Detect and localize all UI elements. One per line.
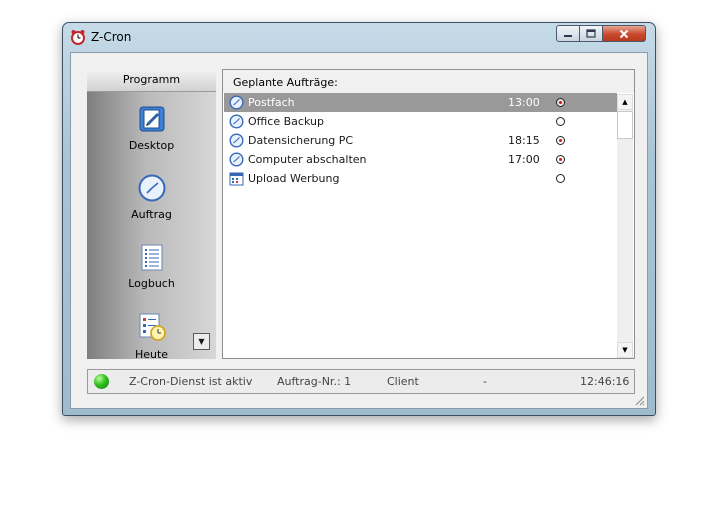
job-name: Office Backup xyxy=(248,115,324,128)
clock-icon xyxy=(229,95,244,110)
resize-grip-icon[interactable] xyxy=(633,394,645,406)
jobs-panel: Geplante Aufträge: Postfach 13:00 Office B… xyxy=(222,69,635,359)
close-icon xyxy=(619,29,629,38)
scroll-up-button[interactable]: ▲ xyxy=(617,94,633,110)
clock-icon xyxy=(229,133,244,148)
title-bar[interactable]: Z-Cron xyxy=(63,23,655,47)
calendar-icon xyxy=(229,172,244,186)
arrow-up-icon: ▲ xyxy=(622,98,628,106)
arrow-down-icon: ▼ xyxy=(622,346,628,354)
clock-icon xyxy=(229,152,244,167)
sidebar-item-auftrag[interactable]: Auftrag xyxy=(87,174,216,221)
scroll-down-button[interactable]: ▼ xyxy=(617,342,633,358)
sidebar-item-desktop[interactable]: Desktop xyxy=(87,105,216,152)
maximize-button[interactable] xyxy=(579,25,603,42)
arrow-down-icon: ▼ xyxy=(198,337,205,346)
alarm-clock-icon xyxy=(71,30,85,45)
job-list-scrollbar[interactable]: ▲ ▼ xyxy=(617,94,633,358)
minimize-button[interactable] xyxy=(556,25,580,42)
job-name: Datensicherung PC xyxy=(248,134,354,147)
sidebar: Programm Desktop Auftrag Logbuch Heute ▼ xyxy=(87,69,216,361)
job-name: Computer abschalten xyxy=(248,153,367,166)
job-time: 13:00 xyxy=(508,96,540,109)
job-row[interactable]: Office Backup xyxy=(224,112,617,131)
clock-icon xyxy=(138,174,165,202)
job-active-radio[interactable] xyxy=(556,117,565,126)
sidebar-item-label: Desktop xyxy=(128,139,175,152)
clock-icon xyxy=(229,114,244,129)
scroll-thumb[interactable] xyxy=(617,111,633,139)
sidebar-scroll-down-button[interactable]: ▼ xyxy=(193,333,210,350)
minimize-icon xyxy=(564,34,572,37)
job-name: Upload Werbung xyxy=(248,172,340,185)
job-active-radio[interactable] xyxy=(556,98,565,107)
main-window: Z-Cron Programm Desktop Auftrag Logbuch … xyxy=(62,22,656,416)
job-row[interactable]: Datensicherung PC 18:15 xyxy=(224,131,617,150)
status-separator: - xyxy=(483,375,487,388)
jobs-header-label: Geplante Aufträge: xyxy=(233,76,338,89)
sidebar-item-logbuch[interactable]: Logbuch xyxy=(87,243,216,290)
sidebar-item-label: Logbuch xyxy=(128,277,175,290)
sidebar-item-label: Auftrag xyxy=(131,208,172,221)
window-title: Z-Cron xyxy=(91,30,132,44)
job-active-radio[interactable] xyxy=(556,155,565,164)
service-status: Z-Cron-Dienst ist aktiv xyxy=(129,375,253,388)
maximize-icon xyxy=(586,29,596,38)
close-button[interactable] xyxy=(602,25,646,42)
client-area: Programm Desktop Auftrag Logbuch Heute ▼… xyxy=(70,52,648,409)
desktop-icon xyxy=(139,106,164,132)
job-row[interactable]: Computer abschalten 17:00 xyxy=(224,150,617,169)
job-active-radio[interactable] xyxy=(556,174,565,183)
job-time: 17:00 xyxy=(508,153,540,166)
sidebar-header: Programm xyxy=(87,69,216,92)
job-active-radio[interactable] xyxy=(556,136,565,145)
job-row[interactable]: Postfach 13:00 xyxy=(224,93,617,112)
job-row[interactable]: Upload Werbung xyxy=(224,169,617,188)
status-clock: 12:46:16 xyxy=(580,375,630,388)
job-list: Postfach 13:00 Office Backup Datensicherung… xyxy=(224,93,617,188)
mode-label: Client xyxy=(387,375,419,388)
jobs-header: Geplante Aufträge: xyxy=(223,70,634,93)
list-icon xyxy=(141,244,162,271)
job-number: Auftrag-Nr.: 1 xyxy=(277,375,352,388)
job-name: Postfach xyxy=(248,96,295,109)
status-bar: Z-Cron-Dienst ist aktiv Auftrag-Nr.: 1 C… xyxy=(87,369,635,394)
calendar-clock-icon xyxy=(139,313,166,341)
status-led-icon xyxy=(94,374,109,389)
job-time: 18:15 xyxy=(508,134,540,147)
